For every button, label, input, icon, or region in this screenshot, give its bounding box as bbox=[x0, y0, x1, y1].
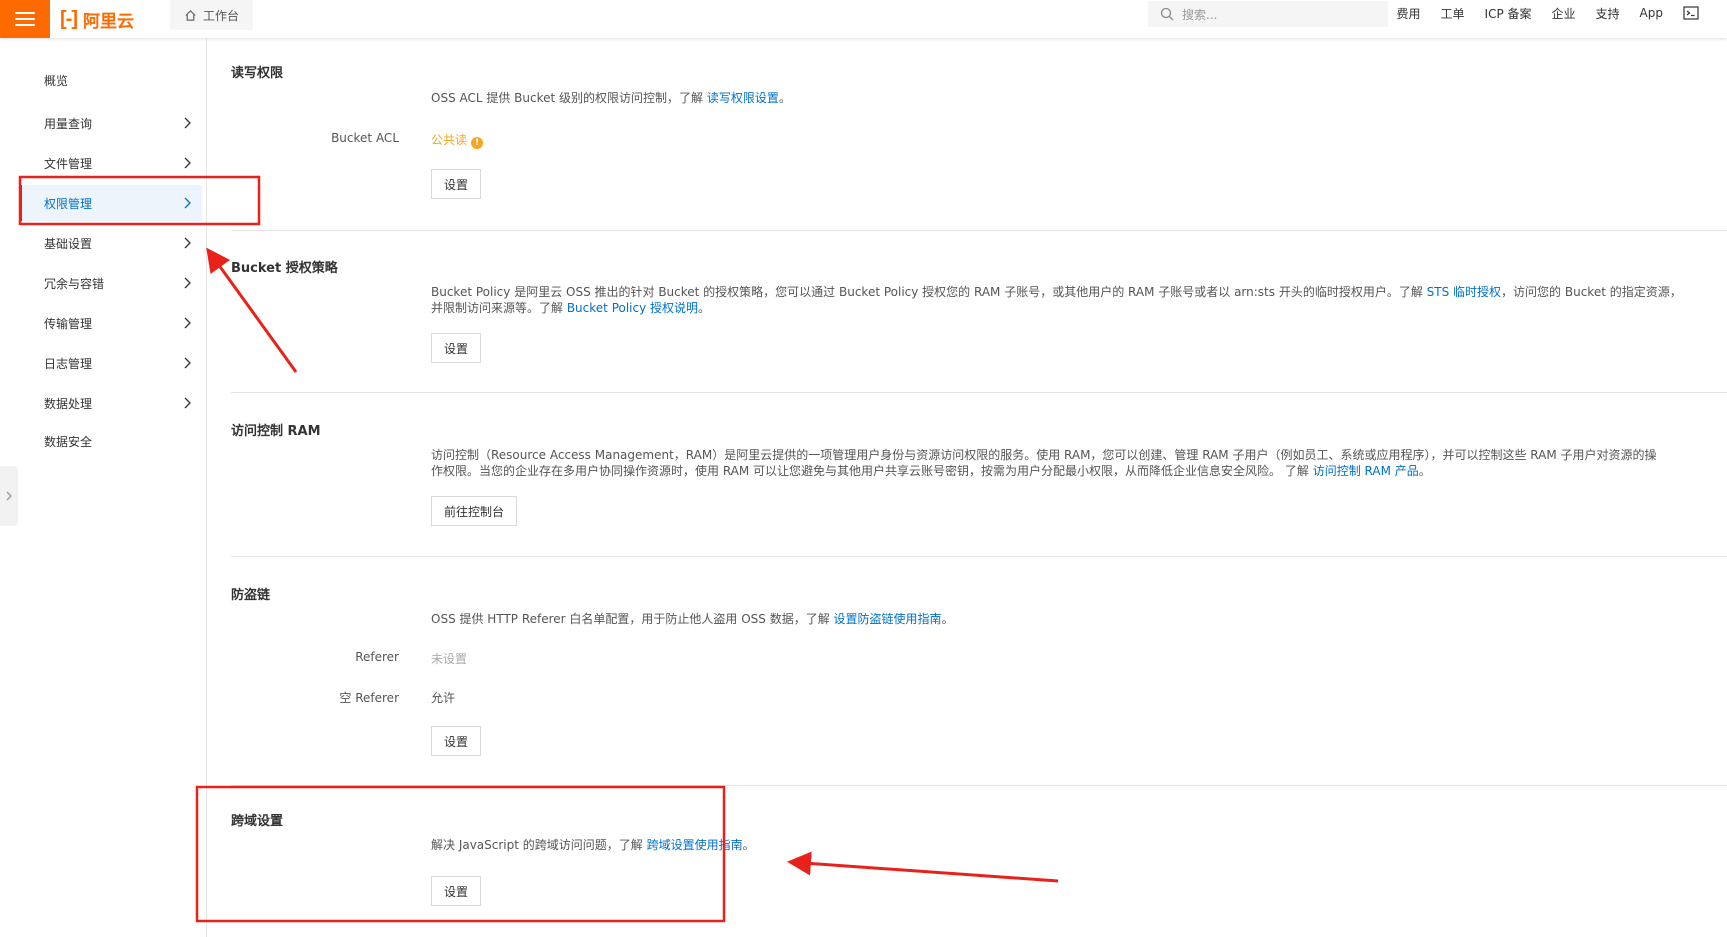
sidebar-item-label: 文件管理 bbox=[44, 156, 93, 171]
aliyun-logo[interactable]: [-] 阿里云 bbox=[60, 6, 134, 32]
search-input[interactable]: 搜索... bbox=[1182, 6, 1217, 23]
sidebar-item-overview[interactable]: 概览 bbox=[20, 62, 202, 98]
section-divider bbox=[231, 230, 1727, 231]
referer-label: Referer bbox=[355, 650, 399, 664]
chevron-right-icon bbox=[184, 277, 191, 289]
menu-button[interactable] bbox=[0, 0, 50, 38]
sidebar-item-label: 用量查询 bbox=[44, 116, 93, 131]
acl-description: OSS ACL 提供 Bucket 级别的权限访问控制，了解 读写权限设置。 bbox=[431, 90, 791, 106]
chevron-right-icon bbox=[184, 317, 191, 329]
chevron-right-icon bbox=[184, 357, 191, 369]
sidebar-item-transfer[interactable]: 传输管理 bbox=[20, 305, 202, 341]
terminal-icon[interactable] bbox=[1683, 6, 1699, 20]
sidebar-item-logs[interactable]: 日志管理 bbox=[20, 345, 202, 381]
policy-desc-suffix: 。 bbox=[698, 301, 711, 315]
search-box[interactable]: 搜索... bbox=[1148, 1, 1388, 27]
section-divider bbox=[231, 785, 1727, 786]
cors-set-button[interactable]: 设置 bbox=[431, 876, 482, 906]
bucket-acl-label: Bucket ACL bbox=[331, 131, 399, 145]
section-title-bucket-policy: Bucket 授权策略 bbox=[231, 261, 338, 276]
chevron-right-icon bbox=[184, 397, 191, 409]
top-nav: 费用 工单 ICP 备案 企业 支持 App bbox=[1397, 0, 1700, 26]
chevron-right-icon bbox=[184, 237, 191, 249]
ram-desc-text-2: 作权限。当您的企业存在多用户协同操作资源时，使用 RAM 可以让您避免与其他用户… bbox=[431, 464, 1313, 478]
nav-billing[interactable]: 费用 bbox=[1397, 5, 1421, 22]
chevron-right-icon bbox=[184, 197, 191, 209]
hamburger-icon bbox=[15, 12, 35, 26]
section-title-referer: 防盗链 bbox=[231, 588, 271, 603]
cors-desc-suffix: 。 bbox=[742, 838, 755, 852]
referer-description: OSS 提供 HTTP Referer 白名单配置，用于防止他人盗用 OSS 数… bbox=[431, 611, 954, 627]
nav-tickets[interactable]: 工单 bbox=[1441, 5, 1465, 22]
sidebar-item-label: 数据处理 bbox=[44, 396, 93, 411]
ram-desc-suffix: 。 bbox=[1418, 464, 1431, 478]
sidebar-item-data-processing[interactable]: 数据处理 bbox=[20, 385, 202, 421]
sidebar-item-basic-settings[interactable]: 基础设置 bbox=[20, 225, 202, 261]
nav-enterprise[interactable]: 企业 bbox=[1552, 5, 1576, 22]
sidebar-item-label: 冗余与容错 bbox=[44, 276, 105, 291]
referer-value: 未设置 bbox=[431, 652, 468, 666]
section-divider bbox=[231, 392, 1727, 393]
nav-support[interactable]: 支持 bbox=[1596, 5, 1620, 22]
go-to-console-button[interactable]: 前往控制台 bbox=[431, 496, 518, 526]
policy-desc-text-3: 并限制访问来源等。了解 bbox=[431, 301, 567, 315]
sidebar-item-label: 日志管理 bbox=[44, 356, 93, 371]
main-content: 读写权限 OSS ACL 提供 Bucket 级别的权限访问控制，了解 读写权限… bbox=[206, 38, 1727, 937]
sidebar-expand-handle[interactable] bbox=[0, 466, 18, 526]
sidebar-item-label: 概览 bbox=[44, 73, 69, 88]
section-title-acl: 读写权限 bbox=[231, 66, 284, 81]
sidebar-item-usage[interactable]: 用量查询 bbox=[20, 105, 202, 141]
chevron-right-icon bbox=[184, 117, 191, 129]
cors-doc-link[interactable]: 跨域设置使用指南 bbox=[647, 838, 743, 852]
sidebar-item-label: 基础设置 bbox=[44, 236, 93, 251]
referer-desc-text: OSS 提供 HTTP Referer 白名单配置，用于防止他人盗用 OSS 数… bbox=[431, 612, 834, 626]
search-icon bbox=[1160, 7, 1174, 21]
logo-text: 阿里云 bbox=[82, 11, 134, 32]
ram-product-link[interactable]: 访问控制 RAM 产品 bbox=[1313, 464, 1419, 478]
ram-description: 访问控制（Resource Access Management，RAM）是阿里云… bbox=[431, 447, 1701, 479]
bucket-acl-value: 公共读! bbox=[431, 131, 484, 149]
empty-referer-value: 允许 bbox=[431, 691, 456, 705]
section-divider bbox=[231, 556, 1727, 557]
acl-set-button[interactable]: 设置 bbox=[431, 169, 482, 199]
policy-desc-text-1: Bucket Policy 是阿里云 OSS 推出的针对 Bucket 的授权策… bbox=[431, 285, 1427, 299]
sidebar-item-label: 数据安全 bbox=[44, 434, 93, 449]
sidebar-item-label: 传输管理 bbox=[44, 316, 93, 331]
section-title-cors: 跨域设置 bbox=[231, 814, 284, 829]
policy-desc-text-2: ，访问您的 Bucket 的指定资源， bbox=[1501, 285, 1682, 299]
ram-desc-text-1: 访问控制（Resource Access Management，RAM）是阿里云… bbox=[431, 448, 1657, 462]
sidebar-item-label: 权限管理 bbox=[44, 196, 93, 211]
warning-icon[interactable]: ! bbox=[471, 137, 484, 149]
nav-icp[interactable]: ICP 备案 bbox=[1485, 5, 1532, 22]
sidebar-item-data-security[interactable]: 数据安全 bbox=[20, 423, 202, 459]
sts-link[interactable]: STS 临时授权 bbox=[1427, 285, 1501, 299]
workbench-tab[interactable]: 工作台 bbox=[170, 0, 254, 30]
sidebar-item-redundancy[interactable]: 冗余与容错 bbox=[20, 265, 202, 301]
home-icon bbox=[185, 9, 196, 21]
referer-set-button[interactable]: 设置 bbox=[431, 726, 482, 756]
cors-description: 解决 JavaScript 的跨域访问问题，了解 跨域设置使用指南。 bbox=[431, 837, 755, 853]
acl-doc-link[interactable]: 读写权限设置 bbox=[707, 91, 779, 105]
sidebar: 概览 用量查询 文件管理 权限管理 基础设置 冗余与容错 传输管理 日志管理 数… bbox=[0, 38, 207, 937]
chevron-right-icon bbox=[184, 157, 191, 169]
sidebar-item-files[interactable]: 文件管理 bbox=[20, 145, 202, 181]
section-title-ram: 访问控制 RAM bbox=[231, 424, 321, 439]
aliyun-logo-mark-icon: [-] bbox=[60, 7, 78, 30]
referer-doc-link[interactable]: 设置防盗链使用指南 bbox=[834, 612, 942, 626]
workbench-label: 工作台 bbox=[203, 8, 240, 23]
nav-app[interactable]: App bbox=[1640, 6, 1663, 20]
top-bar: [-] 阿里云 工作台 搜索... 费用 工单 ICP 备案 企业 支持 App bbox=[0, 0, 1727, 38]
empty-referer-label: 空 Referer bbox=[339, 691, 399, 705]
acl-desc-text: OSS ACL 提供 Bucket 级别的权限访问控制，了解 bbox=[431, 91, 707, 105]
cors-desc-text: 解决 JavaScript 的跨域访问问题，了解 bbox=[431, 838, 647, 852]
bucket-acl-value-text: 公共读 bbox=[431, 133, 468, 147]
chevron-right-icon bbox=[6, 491, 12, 501]
policy-set-button[interactable]: 设置 bbox=[431, 333, 482, 363]
policy-description: Bucket Policy 是阿里云 OSS 推出的针对 Bucket 的授权策… bbox=[431, 284, 1701, 316]
sidebar-item-permissions[interactable]: 权限管理 bbox=[20, 185, 202, 221]
referer-desc-suffix: 。 bbox=[941, 612, 954, 626]
bucket-policy-doc-link[interactable]: Bucket Policy 授权说明 bbox=[567, 301, 698, 315]
acl-desc-suffix: 。 bbox=[778, 91, 791, 105]
